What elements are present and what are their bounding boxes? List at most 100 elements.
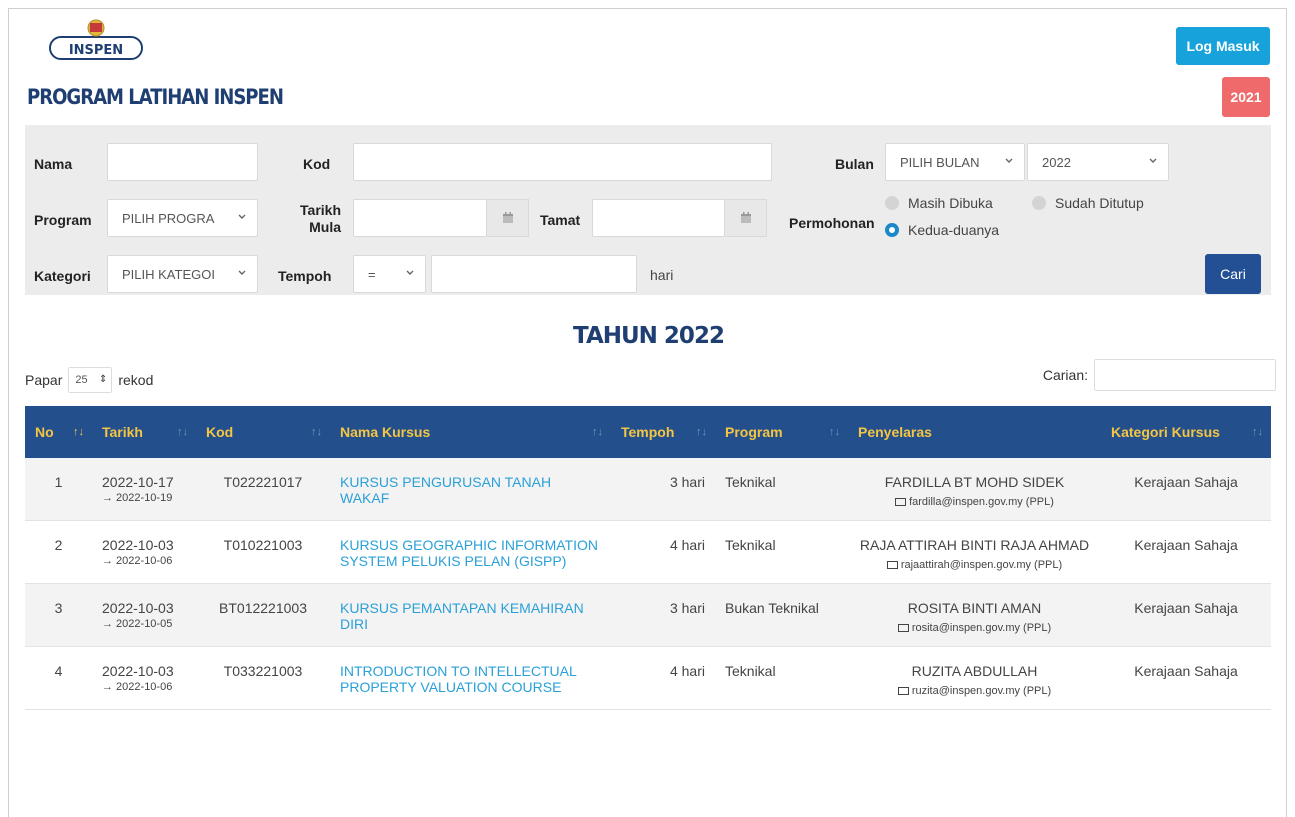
page-length-value: 25 bbox=[75, 374, 88, 386]
tahun-select[interactable]: 2022 bbox=[1027, 143, 1169, 181]
coordinator-name: ROSITA BINTI AMAN bbox=[907, 600, 1042, 616]
page-title: PROGRAM LATIHAN INSPEN bbox=[27, 85, 284, 109]
course-link[interactable]: KURSUS PENGURUSAN TANAH WAKAF bbox=[340, 474, 551, 506]
nama-label: Nama bbox=[34, 156, 73, 172]
coordinator-email[interactable]: rosita@inspen.gov.my (PPL) bbox=[858, 622, 1091, 634]
date-start: 2022-10-03 bbox=[102, 600, 174, 616]
radio-circle bbox=[885, 196, 899, 210]
chevron-down-icon bbox=[1005, 158, 1013, 163]
header-tempoh[interactable]: Tempoh ↑↓ bbox=[611, 406, 715, 458]
course-link[interactable]: INTRODUCTION TO INTELLECTUAL PROPERTY VA… bbox=[340, 663, 576, 695]
cell-program: Teknikal bbox=[725, 663, 776, 679]
date-end: → 2022-10-06 bbox=[102, 681, 173, 693]
table-search: Carian: bbox=[1043, 359, 1276, 391]
search-button[interactable]: Cari bbox=[1205, 254, 1261, 294]
filter-panel: Nama Kod Bulan PILIH BULAN 2022 Program … bbox=[25, 125, 1271, 295]
header-kod[interactable]: Kod ↑↓ bbox=[196, 406, 330, 458]
cell-tempoh: 3 hari bbox=[611, 583, 715, 647]
tarikh-mula-input[interactable] bbox=[353, 199, 487, 237]
course-link[interactable]: KURSUS GEOGRAPHIC INFORMATION SYSTEM PEL… bbox=[340, 537, 598, 569]
tarikh-mula-calendar-button[interactable] bbox=[487, 199, 529, 237]
bulan-label: Bulan bbox=[835, 156, 874, 172]
table-row: 4 2022-10-03 → 2022-10-06 T033221003 INTR… bbox=[25, 647, 1271, 710]
cell-no: 1 bbox=[25, 458, 92, 521]
rekod-label: rekod bbox=[118, 372, 154, 388]
header-kategori-label: Kategori Kursus bbox=[1111, 424, 1220, 440]
coordinator-email[interactable]: rajaattirah@inspen.gov.my (PPL) bbox=[858, 559, 1091, 571]
sort-icon: ↑↓ bbox=[829, 426, 840, 438]
sort-icon: ↑↓ bbox=[696, 426, 707, 438]
tamat-calendar-button[interactable] bbox=[725, 199, 767, 237]
header-no[interactable]: No ↑↓ bbox=[25, 406, 92, 458]
header-tarikh[interactable]: Tarikh ↑↓ bbox=[92, 406, 196, 458]
tempoh-operator-value: = bbox=[368, 266, 376, 282]
table-search-input[interactable] bbox=[1094, 359, 1276, 391]
header-nama-kursus[interactable]: Nama Kursus ↑↓ bbox=[330, 406, 611, 458]
course-link[interactable]: KURSUS PEMANTAPAN KEMAHIRAN DIRI bbox=[340, 600, 584, 632]
cell-no: 3 bbox=[25, 583, 92, 647]
sort-icon: ↑↓ bbox=[177, 426, 188, 438]
header-kod-label: Kod bbox=[206, 424, 234, 440]
cell-kategori: Kerajaan Sahaja bbox=[1134, 537, 1238, 553]
cell-program: Teknikal bbox=[715, 458, 848, 521]
cell-tempoh: 4 hari bbox=[669, 663, 705, 679]
table-row: 2 2022-10-03 → 2022-10-06 T010221003 KURS… bbox=[25, 521, 1271, 584]
tempoh-operator-select[interactable]: = bbox=[353, 255, 426, 293]
envelope-icon bbox=[897, 624, 909, 633]
cell-tarikh: 2022-10-03 → 2022-10-06 bbox=[92, 521, 196, 584]
radio-sudah-label: Sudah Ditutup bbox=[1055, 195, 1144, 211]
chevron-down-icon bbox=[1149, 158, 1157, 163]
envelope-icon bbox=[895, 498, 907, 507]
kategori-select[interactable]: PILIH KATEGOI bbox=[107, 255, 258, 293]
radio-masih-label: Masih Dibuka bbox=[908, 195, 993, 211]
year-2021-button[interactable]: 2021 bbox=[1222, 77, 1270, 117]
date-start: 2022-10-03 bbox=[102, 663, 174, 679]
updown-icon: ⇕ bbox=[98, 374, 108, 385]
radio-sudah-ditutup[interactable]: Sudah Ditutup bbox=[1032, 195, 1144, 211]
header-kategori-kursus[interactable]: Kategori Kursus ↑↓ bbox=[1101, 406, 1271, 458]
email-text: ruzita@inspen.gov.my (PPL) bbox=[911, 685, 1052, 697]
cell-nama: KURSUS PEMANTAPAN KEMAHIRAN DIRI bbox=[330, 583, 611, 647]
header-tarikh-label: Tarikh bbox=[102, 424, 143, 440]
coordinator-email[interactable]: ruzita@inspen.gov.my (PPL) bbox=[858, 685, 1091, 697]
coordinator-name: FARDILLA BT MOHD SIDEK bbox=[884, 474, 1065, 490]
hari-label: hari bbox=[650, 267, 674, 283]
tempoh-label: Tempoh bbox=[278, 268, 332, 284]
year-heading: TAHUN 2022 bbox=[573, 323, 725, 349]
bulan-select[interactable]: PILIH BULAN bbox=[885, 143, 1025, 181]
coordinator-email[interactable]: fardilla@inspen.gov.my (PPL) bbox=[858, 496, 1091, 508]
cell-kod: T022221017 bbox=[196, 458, 330, 521]
tempoh-input[interactable] bbox=[431, 255, 637, 293]
chevron-down-icon bbox=[238, 214, 246, 219]
tarikh-label-line2: Mula bbox=[309, 219, 341, 235]
table-row: 1 2022-10-17 → 2022-10-19 T022221017 KURS… bbox=[25, 458, 1271, 521]
cell-nama: KURSUS GEOGRAPHIC INFORMATION SYSTEM PEL… bbox=[330, 521, 611, 584]
program-value: PILIH PROGRA bbox=[122, 210, 215, 226]
tamat-label: Tamat bbox=[540, 212, 581, 228]
radio-circle bbox=[1032, 196, 1046, 210]
cell-kod: T033221003 bbox=[223, 663, 303, 679]
header-program[interactable]: Program ↑↓ bbox=[715, 406, 848, 458]
cell-penyelaras: ROSITA BINTI AMAN rosita@inspen.gov.my (P… bbox=[848, 583, 1101, 647]
sort-icon: ↑↓ bbox=[73, 426, 84, 438]
program-select[interactable]: PILIH PROGRA bbox=[107, 199, 258, 237]
radio-kedua-duanya[interactable]: Kedua-duanya bbox=[885, 222, 999, 238]
cell-no: 2 bbox=[54, 537, 63, 553]
tamat-input[interactable] bbox=[592, 199, 725, 237]
kod-input[interactable] bbox=[353, 143, 772, 181]
sort-icon: ↑↓ bbox=[592, 426, 603, 438]
header-penyelaras[interactable]: Penyelaras bbox=[848, 406, 1101, 458]
cell-kategori: Kerajaan Sahaja bbox=[1134, 663, 1238, 679]
page-length-select[interactable]: 25 ⇕ bbox=[68, 367, 113, 393]
kategori-label: Kategori bbox=[34, 268, 91, 284]
cell-nama: KURSUS PENGURUSAN TANAH WAKAF bbox=[330, 458, 611, 521]
cell-tempoh: 3 hari bbox=[611, 458, 715, 521]
cell-penyelaras: RUZITA ABDULLAH ruzita@inspen.gov.my (PPL… bbox=[848, 647, 1101, 710]
page-frame: INSPEN Log Masuk PROGRAM LATIHAN INSPEN … bbox=[8, 8, 1287, 817]
nama-input[interactable] bbox=[107, 143, 258, 181]
tarikh-mula-label: Tarikh Mula bbox=[289, 202, 341, 236]
tahun-value: 2022 bbox=[1042, 154, 1071, 170]
login-button[interactable]: Log Masuk bbox=[1176, 27, 1270, 65]
cell-kategori: Kerajaan Sahaja bbox=[1101, 583, 1271, 647]
radio-masih-dibuka[interactable]: Masih Dibuka bbox=[885, 195, 993, 211]
